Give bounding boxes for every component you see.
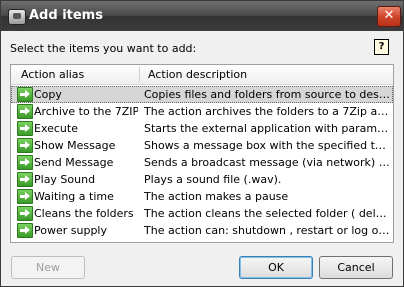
row-description: The action archives the folders to a 7Zi… bbox=[144, 105, 391, 118]
column-separator[interactable] bbox=[139, 67, 140, 82]
row-description: The action can: shutdown , restart or lo… bbox=[144, 224, 391, 237]
green-arrow-icon bbox=[17, 87, 33, 102]
list-row[interactable]: Execute Starts the external application … bbox=[11, 120, 393, 137]
add-items-dialog: Add items ✕ Select the items you want to… bbox=[0, 0, 404, 287]
green-arrow-icon bbox=[17, 172, 33, 187]
row-alias: Play Sound bbox=[34, 173, 96, 186]
green-arrow-icon bbox=[17, 104, 33, 119]
list-row[interactable]: Cleans the folders The action cleans the… bbox=[11, 205, 393, 222]
column-header-description[interactable]: Action description bbox=[148, 68, 247, 81]
column-header-alias[interactable]: Action alias bbox=[21, 68, 84, 81]
green-arrow-icon bbox=[17, 138, 33, 153]
green-arrow-icon bbox=[17, 155, 33, 170]
cancel-button[interactable]: Cancel bbox=[319, 256, 393, 279]
new-button[interactable]: New bbox=[11, 256, 85, 279]
row-alias: Copy bbox=[34, 88, 62, 101]
list-row[interactable]: Archive to the 7ZIP The action archives … bbox=[11, 103, 393, 120]
row-description: Starts the external application with par… bbox=[144, 122, 391, 135]
row-alias: Send Message bbox=[34, 156, 114, 169]
window-title: Add items bbox=[29, 8, 103, 23]
row-alias: Show Message bbox=[34, 139, 116, 152]
row-description: Shows a message box with the specified t… bbox=[144, 139, 391, 152]
list-row[interactable]: Play Sound Plays a sound file (.wav). bbox=[11, 171, 393, 188]
row-description: Plays a sound file (.wav). bbox=[144, 173, 282, 186]
actions-list[interactable]: Action alias Action description Copy Cop… bbox=[10, 64, 394, 243]
row-description: The action cleans the selected folder ( … bbox=[144, 207, 391, 220]
list-header: Action alias Action description bbox=[11, 65, 393, 85]
list-row[interactable]: Waiting a time The action makes a pause bbox=[11, 188, 393, 205]
list-row[interactable]: Show Message Shows a message box with th… bbox=[11, 137, 393, 154]
row-alias: Cleans the folders bbox=[34, 207, 134, 220]
list-row[interactable]: Send Message Sends a broadcast message (… bbox=[11, 154, 393, 171]
row-alias: Archive to the 7ZIP bbox=[34, 105, 138, 118]
help-icon[interactable]: ? bbox=[374, 39, 389, 55]
app-icon bbox=[8, 9, 26, 25]
green-arrow-icon bbox=[17, 189, 33, 204]
green-arrow-icon bbox=[17, 223, 33, 238]
list-row[interactable]: Power supply The action can: shutdown , … bbox=[11, 222, 393, 239]
row-alias: Waiting a time bbox=[34, 190, 114, 203]
list-row[interactable]: Copy Copies files and folders from sourc… bbox=[11, 86, 393, 103]
prompt-label: Select the items you want to add: bbox=[10, 42, 197, 55]
row-alias: Execute bbox=[34, 122, 78, 135]
title-bar[interactable]: Add items ✕ bbox=[1, 1, 403, 31]
close-button[interactable]: ✕ bbox=[377, 6, 401, 27]
row-alias: Power supply bbox=[34, 224, 107, 237]
row-description: The action makes a pause bbox=[144, 190, 289, 203]
row-description: Sends a broadcast message (via network) … bbox=[144, 156, 391, 169]
green-arrow-icon bbox=[17, 121, 33, 136]
ok-button[interactable]: OK bbox=[239, 256, 313, 279]
green-arrow-icon bbox=[17, 206, 33, 221]
row-description: Copies files and folders from source to … bbox=[144, 88, 391, 101]
